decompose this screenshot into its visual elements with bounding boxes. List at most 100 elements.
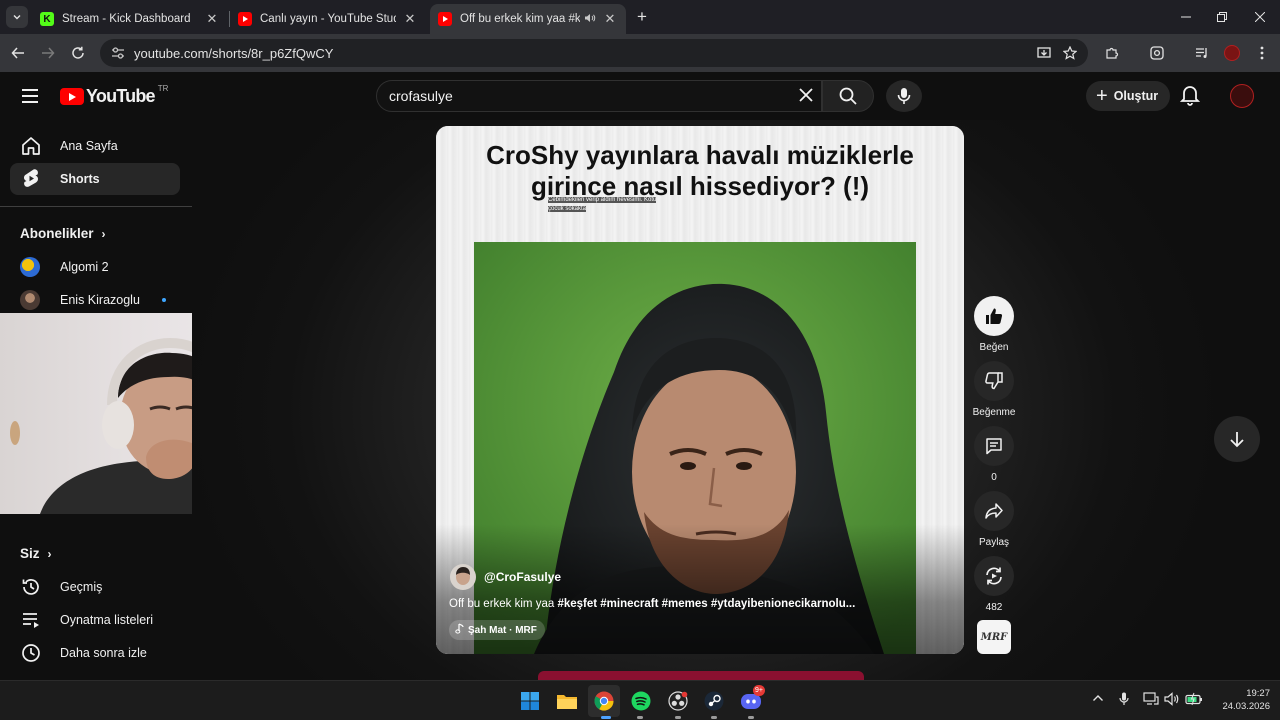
volume-button[interactable] bbox=[1164, 692, 1180, 709]
restore-button[interactable] bbox=[1202, 0, 1242, 34]
google-lens-button[interactable] bbox=[1145, 41, 1169, 65]
share-circle[interactable] bbox=[974, 491, 1014, 531]
search-button[interactable] bbox=[822, 80, 874, 112]
address-bar[interactable]: youtube.com/shorts/8r_p6ZfQwCY bbox=[100, 39, 1088, 67]
browser-menu-button[interactable] bbox=[1250, 41, 1274, 65]
sound-thumbnail[interactable]: MRF bbox=[977, 620, 1011, 654]
remix-button[interactable]: 482 bbox=[972, 556, 1016, 613]
system-clock[interactable]: 19:27 24.03.2026 bbox=[1208, 687, 1270, 713]
you-heading[interactable]: Siz › bbox=[20, 546, 52, 561]
subscriptions-heading[interactable]: Abonelikler › bbox=[20, 226, 106, 241]
start-button[interactable] bbox=[518, 689, 542, 713]
site-settings-icon[interactable] bbox=[110, 45, 126, 61]
next-short-preview[interactable] bbox=[538, 671, 864, 680]
create-button[interactable]: + Oluştur bbox=[1086, 81, 1170, 111]
sidebar-item-home[interactable]: Ana Sayfa bbox=[10, 130, 180, 162]
windows-icon bbox=[521, 692, 539, 710]
menu-button[interactable] bbox=[18, 84, 42, 108]
sidebar-item-playlists[interactable]: Oynatma listeleri bbox=[10, 604, 180, 636]
reload-icon bbox=[72, 46, 84, 59]
subscription-algomi-2[interactable]: Algomi 2 bbox=[10, 251, 180, 283]
channel-handle[interactable]: @CroFasulye bbox=[484, 570, 561, 584]
clear-search-button[interactable] bbox=[791, 86, 821, 107]
comments-count: 0 bbox=[991, 472, 997, 483]
microphone-tray-button[interactable] bbox=[1119, 692, 1129, 709]
arrow-left-icon bbox=[11, 47, 24, 59]
youtube-studio-icon bbox=[238, 12, 252, 26]
headline-line-1: CroShy yayınlara havalı müziklerle bbox=[486, 140, 914, 170]
media-controls-button[interactable] bbox=[1190, 41, 1214, 65]
voice-search-button[interactable] bbox=[886, 80, 922, 112]
file-explorer-button[interactable] bbox=[555, 689, 579, 713]
obs-icon bbox=[668, 691, 688, 711]
comments-circle[interactable] bbox=[974, 426, 1014, 466]
close-window-button[interactable] bbox=[1240, 0, 1280, 34]
subscription-enis-kirazoglu[interactable]: Enis Kirazoglu bbox=[10, 284, 180, 316]
chrome-running-indicator bbox=[601, 716, 611, 719]
remix-circle[interactable] bbox=[974, 556, 1014, 596]
spotify-running-indicator bbox=[637, 716, 643, 719]
reload-button[interactable] bbox=[66, 41, 90, 65]
clock-time: 19:27 bbox=[1246, 688, 1270, 699]
thumbs-down-icon bbox=[985, 372, 1003, 390]
sidebar-item-shorts[interactable]: Shorts bbox=[10, 163, 180, 195]
install-icon bbox=[1037, 47, 1051, 58]
install-app-button[interactable] bbox=[1032, 41, 1056, 65]
profile-button[interactable] bbox=[1220, 41, 1244, 65]
show-hidden-icons-button[interactable] bbox=[1092, 692, 1104, 706]
minimize-button[interactable] bbox=[1166, 0, 1206, 34]
folder-icon bbox=[557, 695, 577, 709]
sidebar-item-watch-later[interactable]: Daha sonra izle bbox=[10, 637, 180, 669]
back-button[interactable] bbox=[6, 41, 30, 65]
channel-info[interactable]: @CroFasulye bbox=[450, 564, 561, 590]
youtube-logo[interactable]: YouTube TR bbox=[60, 84, 168, 107]
comments-button[interactable]: 0 bbox=[972, 426, 1016, 483]
tab-title: Stream - Kick Dashboard bbox=[62, 13, 191, 25]
tab-close-icon[interactable]: ✕ bbox=[402, 11, 418, 27]
steam-icon bbox=[704, 691, 724, 711]
forward-button[interactable] bbox=[36, 41, 60, 65]
clock-date: 24.03.2026 bbox=[1222, 701, 1270, 712]
browser-tab-strip: K Stream - Kick Dashboard ✕ Canlı yayın … bbox=[0, 0, 1280, 34]
battery-button[interactable] bbox=[1185, 692, 1203, 709]
dislike-circle[interactable] bbox=[974, 361, 1014, 401]
sidebar-item-label: Shorts bbox=[60, 172, 100, 186]
account-avatar[interactable] bbox=[1230, 84, 1254, 108]
discord-button[interactable]: 9+ bbox=[739, 685, 765, 713]
share-button[interactable]: Paylaş bbox=[972, 491, 1016, 548]
queue-music-icon bbox=[1196, 48, 1207, 58]
sidebar-item-label: Oynatma listeleri bbox=[60, 613, 154, 627]
network-button[interactable] bbox=[1143, 692, 1159, 709]
extensions-button[interactable] bbox=[1100, 41, 1124, 65]
search-query[interactable]: crofasulye bbox=[389, 88, 791, 104]
tab-youtube-short[interactable]: Off bu erkek kim yaa #keşfet ✕ bbox=[430, 4, 626, 34]
sidebar-item-history[interactable]: Geçmiş bbox=[10, 571, 180, 603]
tab-close-icon[interactable]: ✕ bbox=[602, 11, 618, 27]
you-heading-text: Siz bbox=[20, 546, 40, 561]
next-short-button[interactable] bbox=[1214, 416, 1260, 462]
chrome-button[interactable] bbox=[592, 689, 616, 713]
music-pill[interactable]: Şah Mat · MRF bbox=[449, 620, 545, 640]
obs-button[interactable] bbox=[666, 689, 690, 713]
video-caption[interactable]: Off bu erkek kim yaa #keşfet #minecraft … bbox=[449, 598, 855, 610]
tab-kick-dashboard[interactable]: K Stream - Kick Dashboard ✕ bbox=[32, 4, 228, 34]
share-label: Paylaş bbox=[978, 537, 1009, 548]
tab-youtube-studio[interactable]: Canlı yayın - YouTube Studio ✕ bbox=[230, 4, 426, 34]
tab-close-icon[interactable]: ✕ bbox=[204, 11, 220, 27]
like-label: Beğen bbox=[979, 342, 1009, 353]
search-input[interactable]: crofasulye bbox=[376, 80, 822, 112]
speaker-icon[interactable] bbox=[584, 13, 596, 26]
new-tab-button[interactable]: + bbox=[632, 6, 652, 28]
subscriptions-heading-text: Abonelikler bbox=[20, 226, 94, 241]
caption-hashtags[interactable]: #keşfet #minecraft #memes #ytdayibenione… bbox=[557, 598, 855, 610]
like-button[interactable]: Beğen bbox=[972, 296, 1016, 353]
steam-button[interactable] bbox=[702, 689, 726, 713]
channel-avatar[interactable] bbox=[450, 564, 476, 590]
short-video-player[interactable]: CroShy yayınlara havalı müziklerle girin… bbox=[436, 126, 964, 654]
dislike-button[interactable]: Beğenme bbox=[972, 361, 1016, 418]
bookmark-button[interactable] bbox=[1058, 41, 1082, 65]
tab-search-button[interactable] bbox=[6, 6, 28, 28]
spotify-button[interactable] bbox=[629, 689, 653, 713]
notifications-button[interactable] bbox=[1179, 84, 1206, 108]
like-circle[interactable] bbox=[974, 296, 1014, 336]
